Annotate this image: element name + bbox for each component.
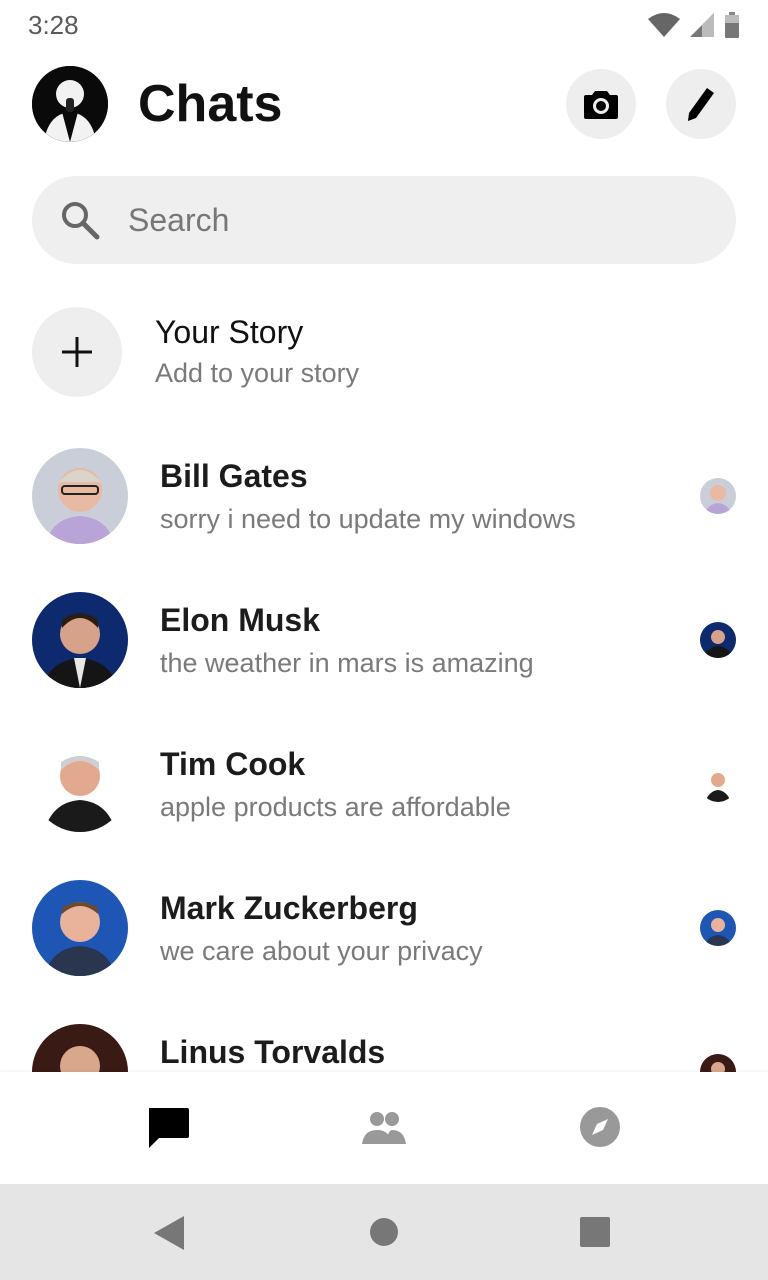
last-message: we care about your privacy — [160, 936, 483, 966]
last-message: sorry i need to update my windows — [160, 504, 576, 534]
contact-avatar — [32, 448, 128, 544]
system-navigation — [0, 1184, 768, 1280]
seen-avatar — [700, 622, 736, 658]
bottom-navigation — [0, 1072, 768, 1184]
contact-name: Mark Zuckerberg — [160, 890, 418, 926]
seen-avatar — [700, 478, 736, 514]
nav-chats[interactable] — [138, 1102, 198, 1152]
battery-icon — [725, 12, 739, 38]
seen-avatar — [700, 766, 736, 802]
new-message-button[interactable] — [666, 69, 736, 139]
status-time: 3:28 — [28, 10, 79, 40]
plus-icon — [62, 337, 92, 367]
home-icon[interactable] — [369, 1217, 399, 1247]
nav-people[interactable] — [354, 1102, 414, 1152]
chat-row[interactable]: Tim Cook apple products are affordable — [0, 736, 768, 856]
people-icon — [362, 1112, 406, 1144]
chat-row[interactable]: Bill Gates sorry i need to update my win… — [0, 448, 768, 568]
your-story-row[interactable]: Your Story Add to your story — [0, 306, 768, 398]
search-input[interactable]: Search — [128, 202, 229, 239]
contact-name: Tim Cook — [160, 746, 306, 782]
search-bar[interactable]: Search — [32, 176, 736, 264]
chat-icon — [149, 1108, 189, 1148]
wifi-icon — [648, 13, 680, 37]
contact-name: Linus Torvalds — [160, 1034, 386, 1070]
status-bar: 3:28 — [0, 0, 768, 50]
compass-icon — [580, 1107, 620, 1147]
recents-icon[interactable] — [580, 1217, 610, 1247]
story-title: Your Story — [155, 314, 304, 350]
contact-avatar — [32, 736, 128, 832]
contact-avatar — [32, 880, 128, 976]
page-title: Chats — [138, 75, 283, 133]
camera-button[interactable] — [566, 69, 636, 139]
seen-avatar — [700, 910, 736, 946]
chat-row[interactable]: Mark Zuckerberg we care about your priva… — [0, 880, 768, 1000]
cell-signal-icon — [690, 13, 714, 37]
header: Chats — [0, 60, 768, 150]
edit-icon — [688, 88, 714, 121]
back-icon[interactable] — [154, 1216, 186, 1250]
add-story-button[interactable] — [32, 307, 122, 397]
contact-name: Bill Gates — [160, 458, 308, 494]
last-message: the weather in mars is amazing — [160, 648, 534, 678]
chat-row[interactable]: Elon Musk the weather in mars is amazing — [0, 592, 768, 712]
status-icons — [648, 12, 740, 38]
nav-discover[interactable] — [570, 1102, 630, 1152]
search-icon — [62, 202, 100, 240]
story-subtitle: Add to your story — [155, 358, 360, 388]
last-message: apple products are affordable — [160, 792, 511, 822]
contact-avatar — [32, 592, 128, 688]
profile-avatar[interactable] — [32, 66, 108, 142]
camera-icon — [584, 91, 618, 119]
contact-name: Elon Musk — [160, 602, 321, 638]
